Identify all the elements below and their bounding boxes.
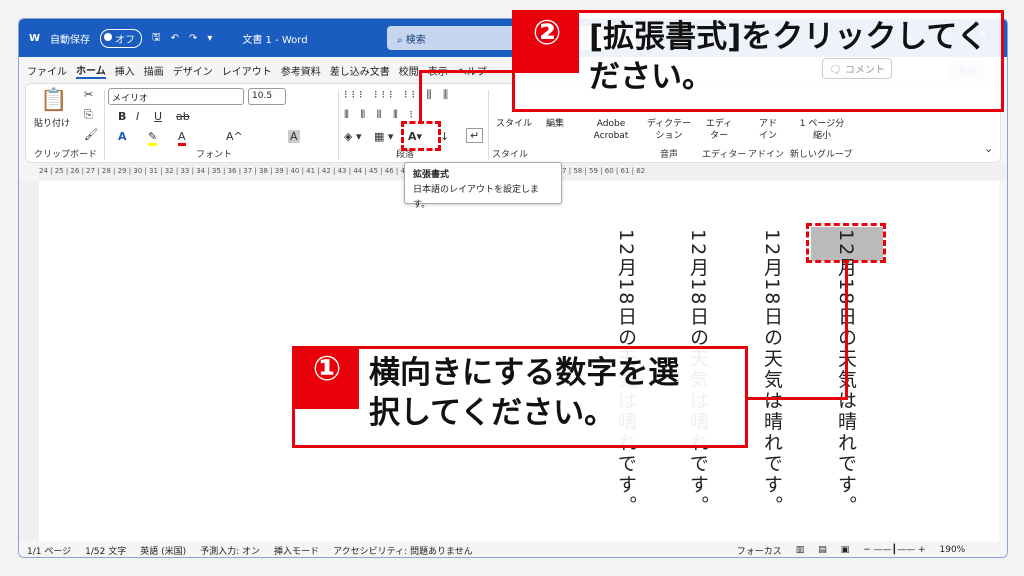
- borders-icon[interactable]: ▦ ▾: [374, 130, 393, 143]
- step-text: 横向きにする数字を選択してください。: [369, 355, 680, 431]
- tab-draw[interactable]: 描画: [144, 63, 164, 78]
- comment-button[interactable]: 🗨 コメント: [822, 58, 892, 79]
- vertical-ruler: [19, 181, 39, 541]
- customize-icon[interactable]: ▾: [207, 33, 212, 44]
- search-placeholder: 検索: [405, 35, 426, 46]
- read-mode-icon[interactable]: ▥: [796, 545, 805, 555]
- paste-button[interactable]: 貼り付け: [34, 118, 70, 130]
- acrobat-button[interactable]: Adobe Acrobat: [586, 118, 636, 142]
- predictive-input[interactable]: 予測入力: オン: [200, 544, 260, 557]
- show-marks-icon[interactable]: ↵: [466, 128, 484, 143]
- status-bar: 1/1 ページ 1/52 文字 英語 (米国) 予測入力: オン 挿入モード ア…: [19, 541, 1007, 557]
- highlight-selection: [806, 223, 886, 263]
- web-layout-icon[interactable]: ▣: [841, 545, 850, 555]
- print-layout-icon[interactable]: ▤: [818, 545, 827, 555]
- tab-layout[interactable]: レイアウト: [222, 63, 272, 78]
- word-icon: W: [29, 32, 41, 44]
- highlight-icon[interactable]: ✎: [148, 130, 158, 146]
- edit-button[interactable]: 編集: [546, 118, 564, 130]
- format-painter-icon[interactable]: 🖌: [84, 128, 98, 141]
- font-name-select[interactable]: メイリオ: [108, 88, 244, 105]
- addin-button[interactable]: アドイン: [756, 118, 780, 142]
- paste-icon[interactable]: 📋: [40, 88, 67, 113]
- bold-icon[interactable]: B: [118, 110, 126, 123]
- callout-step-1: ① 横向きにする数字を選択してください。: [292, 346, 748, 448]
- strikethrough-icon[interactable]: ab: [176, 110, 190, 123]
- accessibility-status[interactable]: アクセシビリティ: 問題ありません: [333, 544, 473, 557]
- tab-references[interactable]: 参考資料: [281, 63, 321, 78]
- list-icons[interactable]: ⁝⁝⁝ ⁝⁝⁝ ⁝⁝ ⫼ ⫼: [344, 88, 452, 102]
- page-count[interactable]: 1/1 ページ: [27, 544, 71, 557]
- tooltip-title: 拡張書式: [413, 170, 450, 180]
- shrink-page-button[interactable]: 1 ページ分縮小: [796, 118, 848, 142]
- tab-insert[interactable]: 挿入: [115, 63, 135, 78]
- save-icon[interactable]: 🖫: [152, 30, 161, 47]
- editor-button[interactable]: エディター: [704, 118, 734, 142]
- tab-home[interactable]: ホーム: [76, 62, 106, 79]
- step-number: ①: [295, 349, 359, 409]
- undo-icon[interactable]: ↶: [171, 33, 179, 44]
- text-effects-icon[interactable]: A: [118, 130, 127, 143]
- addin-group-label: アドイン: [748, 150, 785, 160]
- grow-font-icon[interactable]: A^: [226, 130, 243, 143]
- tooltip-description: 日本語のレイアウトを設定します。: [413, 185, 540, 210]
- font-group-label: フォント: [196, 150, 233, 160]
- autosave-label: 自動保存: [50, 34, 91, 46]
- tooltip: 拡張書式 日本語のレイアウトを設定します。: [404, 162, 562, 210]
- collapse-ribbon-icon[interactable]: ⌄: [984, 142, 993, 155]
- copy-icon[interactable]: ⎘: [84, 108, 93, 122]
- char-shading-icon[interactable]: A: [288, 130, 300, 143]
- voice-group-label: 音声: [660, 150, 679, 160]
- language[interactable]: 英語 (米国): [140, 544, 186, 557]
- tab-file[interactable]: ファイル: [27, 63, 67, 78]
- step-text: [拡張書式]をクリックしてください。: [589, 19, 988, 95]
- document-title: 文書 1 - Word: [242, 34, 308, 46]
- tab-design[interactable]: デザイン: [173, 63, 213, 78]
- font-size-select[interactable]: 10.5: [248, 88, 286, 105]
- style-group-label: スタイル: [492, 150, 529, 160]
- new-group-label: 新しいグループ: [790, 150, 853, 160]
- tab-review[interactable]: 校閲: [399, 63, 419, 78]
- underline-icon[interactable]: U: [154, 110, 162, 123]
- search-icon: ⌕: [397, 35, 406, 46]
- connector-line: [845, 262, 848, 400]
- focus-button[interactable]: フォーカス: [737, 544, 782, 557]
- step-number: ②: [515, 13, 579, 73]
- editor-group-label: エディター: [702, 150, 747, 160]
- shading-icon[interactable]: ◈ ▾: [344, 130, 361, 143]
- dictation-button[interactable]: ディクテーション: [646, 118, 692, 142]
- connector-line: [419, 70, 514, 73]
- font-color-icon[interactable]: A: [178, 130, 186, 146]
- word-count[interactable]: 1/52 文字: [85, 544, 126, 557]
- comment-label: コメント: [844, 65, 885, 76]
- text-line[interactable]: 12月18日の天気は晴れです。: [759, 229, 786, 516]
- cut-icon[interactable]: ✂: [84, 88, 93, 101]
- italic-icon[interactable]: I: [136, 110, 139, 123]
- zoom-slider[interactable]: − ——┃—— +: [863, 545, 925, 555]
- highlight-asian-layout: [401, 121, 441, 151]
- style-button[interactable]: スタイル: [496, 118, 532, 130]
- connector-line: [419, 70, 422, 122]
- redo-icon[interactable]: ↷: [189, 33, 197, 44]
- comment-icon: 🗨: [829, 65, 845, 76]
- callout-step-2: ② [拡張書式]をクリックしてください。: [512, 10, 1004, 112]
- insert-mode[interactable]: 挿入モード: [274, 544, 319, 557]
- tab-mailings[interactable]: 差し込み文書: [330, 63, 390, 78]
- clipboard-group-label: クリップボード: [34, 150, 98, 160]
- sort-icon[interactable]: ↓: [440, 130, 449, 143]
- autosave-toggle[interactable]: オフ: [100, 28, 143, 48]
- connector-line: [745, 397, 848, 400]
- zoom-level[interactable]: 190%: [940, 545, 966, 555]
- alignment-icons[interactable]: ⦀ ⦀ ⦀ ⦀ ⁝: [344, 108, 417, 122]
